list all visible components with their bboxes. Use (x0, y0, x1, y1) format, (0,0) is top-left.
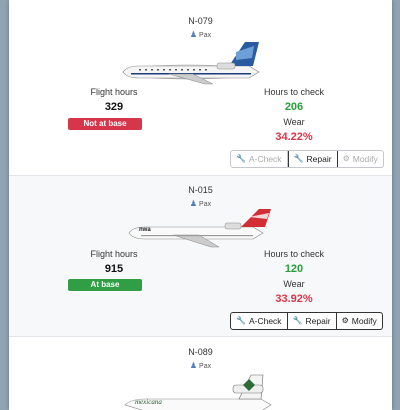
a-check-label: A-Check (248, 154, 282, 164)
wrench-icon: 🔧 (293, 154, 304, 163)
hours-to-check-value: 120 (284, 263, 304, 275)
wear-value: 34.22% (275, 131, 313, 143)
repair-label: Repair (306, 154, 332, 164)
gear-icon: ⚙ (341, 316, 349, 325)
aircraft-registration: N-089 (188, 347, 213, 357)
aircraft-type: ♟ Pax (9, 361, 392, 370)
person-icon: ♟ (189, 361, 198, 370)
aircraft-image: nwa (128, 209, 271, 248)
flight-hours-label: Flight hours (90, 249, 138, 259)
aircraft-card: N-015 ♟ Pax nwa Flight hours 915 At base … (9, 176, 392, 337)
flight-hours-label: Flight hours (90, 87, 138, 97)
wear-value: 33.92% (275, 293, 313, 305)
wear-label: Wear (283, 117, 305, 127)
svg-text:nwa: nwa (139, 227, 151, 233)
modify-label: Modify (352, 154, 378, 164)
wrench-icon: 🔧 (236, 154, 246, 163)
wear-label: Wear (283, 279, 305, 289)
repair-button[interactable]: 🔧 Repair (288, 313, 337, 329)
a-check-button[interactable]: 🔧 A-Check (231, 313, 288, 329)
aircraft-registration: N-015 (188, 185, 213, 195)
a-check-label: A-Check (248, 316, 282, 326)
aircraft-registration: N-079 (188, 16, 213, 26)
aircraft-card: N-079 ♟ Pax Flight hours 329 Not at base … (9, 0, 392, 176)
fleet-panel: N-079 ♟ Pax Flight hours 329 Not at base … (9, 0, 392, 410)
repair-label: Repair (305, 316, 331, 326)
wrench-icon: 🔧 (292, 316, 303, 325)
modify-label: Modify (351, 316, 377, 326)
aircraft-image: mexicana (124, 374, 272, 410)
hours-to-check-label: Hours to check (263, 249, 325, 259)
aircraft-card: N-089 ♟ Pax mexicana (9, 337, 392, 410)
livery-text: mexicana (135, 398, 162, 406)
flight-hours-value: 915 (104, 263, 124, 275)
wrench-icon: 🔧 (236, 316, 246, 325)
hours-to-check-value: 206 (284, 101, 304, 113)
status-badge: Not at base (68, 118, 142, 130)
status-badge: At base (68, 279, 142, 291)
repair-button[interactable]: 🔧 Repair (287, 151, 338, 167)
modify-button[interactable]: ⚙ Modify (338, 151, 383, 167)
aircraft-type-label: Pax (199, 363, 212, 370)
aircraft-image (122, 42, 260, 85)
gear-icon: ⚙ (342, 154, 350, 163)
modify-button[interactable]: ⚙ Modify (337, 313, 382, 329)
flight-hours-value: 329 (104, 101, 124, 113)
hours-to-check-label: Hours to check (263, 87, 325, 97)
maintenance-button-group: 🔧 A-Check 🔧 Repair ⚙ Modify (230, 312, 383, 330)
maintenance-button-group: 🔧 A-Check 🔧 Repair ⚙ Modify (230, 150, 384, 168)
a-check-button[interactable]: 🔧 A-Check (231, 151, 288, 167)
